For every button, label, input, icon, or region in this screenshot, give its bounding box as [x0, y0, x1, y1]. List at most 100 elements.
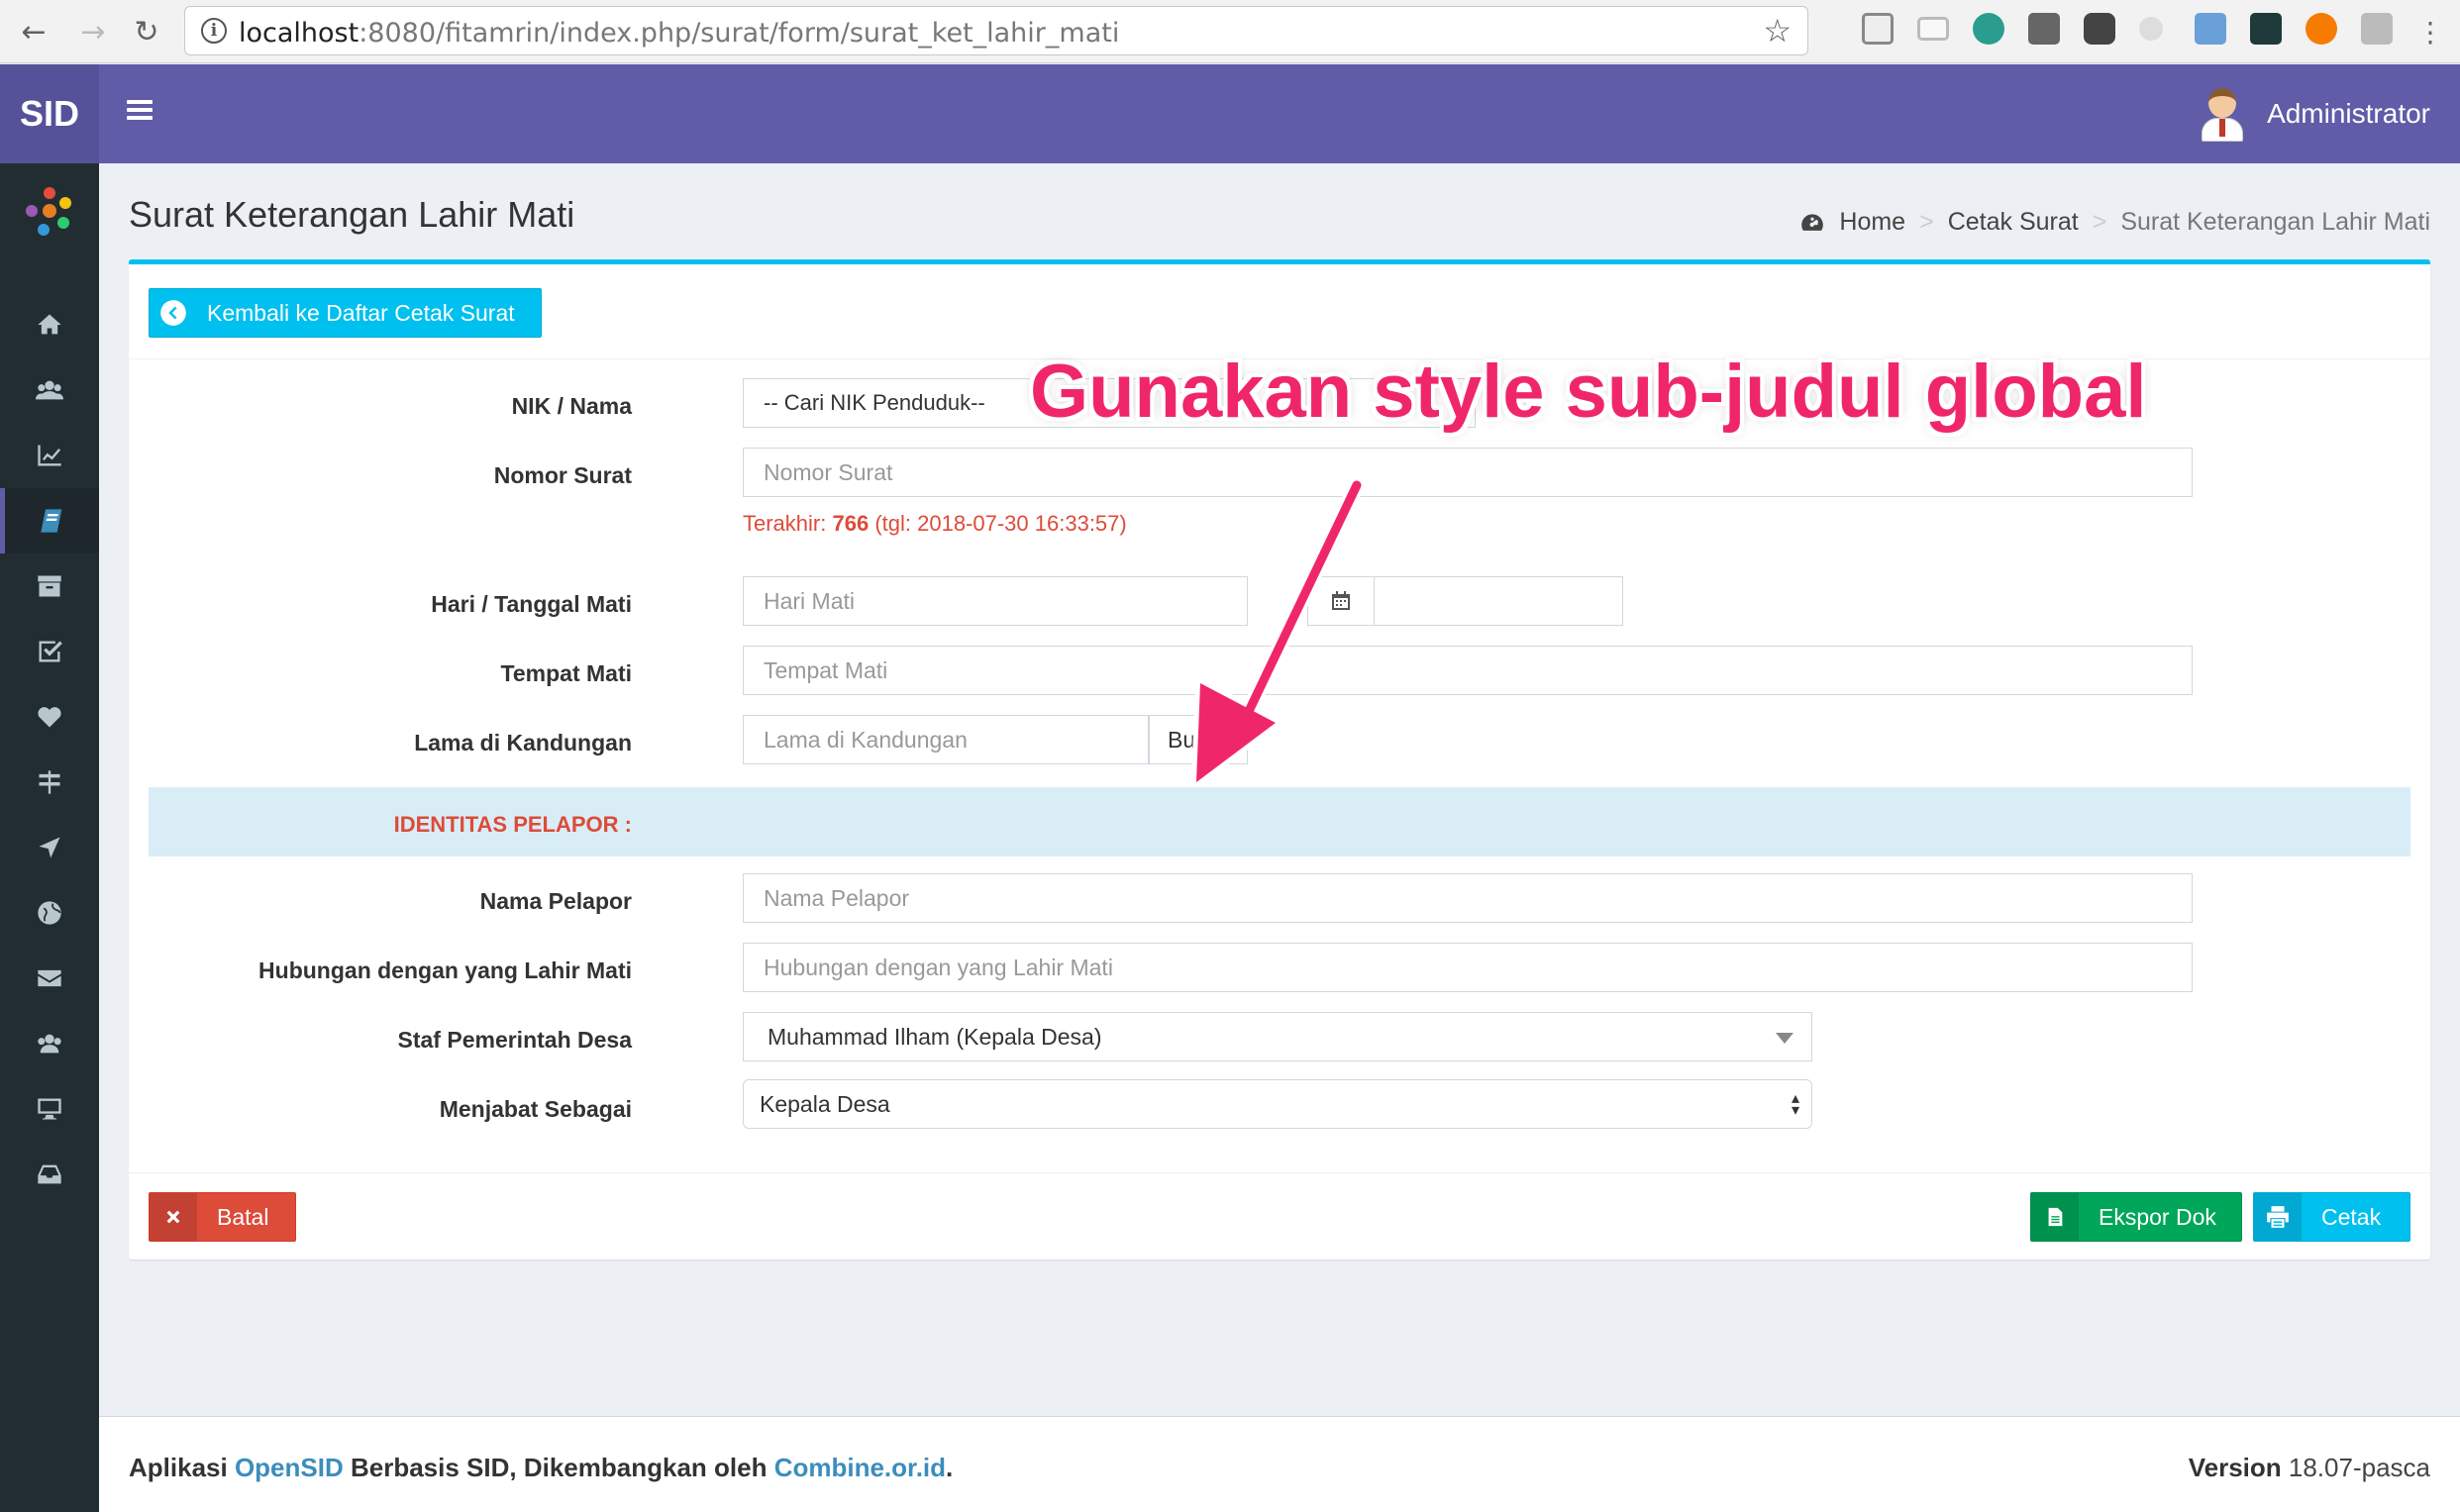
extension-icon[interactable]	[2084, 13, 2115, 45]
breadcrumb-separator: >	[1919, 208, 1934, 236]
staf-selected-value: Muhammad Ilham (Kepala Desa)	[768, 1023, 1102, 1050]
bookmark-star-icon[interactable]: ☆	[1763, 12, 1792, 50]
chevron-down-icon	[1776, 1033, 1794, 1044]
last-number-hint: Terakhir: 766 (tgl: 2018-07-30 16:33:57)	[743, 511, 1127, 537]
nomor-surat-label: Nomor Surat	[493, 462, 632, 488]
dashboard-icon	[1801, 213, 1824, 231]
home-icon	[38, 314, 61, 335]
sidebar	[0, 163, 99, 1512]
calendar-icon[interactable]	[1307, 576, 1375, 626]
sidebar-item-home[interactable]	[0, 292, 99, 357]
nik-search-placeholder: -- Cari NIK Penduduk--	[764, 390, 985, 415]
annotation-text: Gunakan style sub-judul global	[1030, 350, 2147, 434]
nomor-surat-placeholder: Nomor Surat	[764, 458, 893, 485]
url-host: localhost	[239, 18, 359, 49]
sidebar-item-bantuan[interactable]	[0, 684, 99, 750]
signpost-icon	[39, 770, 60, 794]
footer-end: .	[946, 1453, 954, 1482]
staf-select[interactable]: Muhammad Ilham (Kepala Desa)	[743, 1012, 1812, 1061]
cancel-button[interactable]: Batal	[149, 1192, 296, 1242]
hubungan-label: Hubungan dengan yang Lahir Mati	[258, 958, 632, 983]
extension-icon[interactable]	[1917, 17, 1949, 41]
envelope-icon	[38, 969, 61, 987]
jabatan-selected-value: Kepala Desa	[760, 1090, 890, 1117]
sidebar-item-layanan[interactable]	[0, 1142, 99, 1207]
breadcrumb-home[interactable]: Home	[1839, 208, 1905, 237]
box-footer	[129, 1172, 2430, 1173]
sidebar-item-admin-web[interactable]	[0, 1076, 99, 1142]
last-number-date: (tgl: 2018-07-30 16:33:57)	[874, 511, 1127, 536]
hubungan-placeholder: Hubungan dengan yang Lahir Mati	[764, 954, 1113, 980]
opensid-link[interactable]: OpenSID	[235, 1453, 344, 1482]
lama-kandungan-input[interactable]: Lama di Kandungan	[743, 715, 1149, 764]
url-text: localhost:8080/fitamrin/index.php/surat/…	[239, 18, 1119, 49]
combine-link[interactable]: Combine.or.id	[774, 1453, 946, 1482]
extension-icon[interactable]	[1862, 13, 1894, 45]
browser-menu-icon[interactable]: ⋮	[2407, 8, 2454, 55]
breadcrumb-cetak-surat[interactable]: Cetak Surat	[1948, 208, 2079, 237]
extension-icon[interactable]	[2250, 13, 2282, 45]
sidebar-item-analisis[interactable]	[0, 619, 99, 684]
hari-mati-input[interactable]: Hari Mati	[743, 576, 1248, 626]
nomor-surat-input[interactable]: Nomor Surat	[743, 448, 2193, 497]
extension-icon[interactable]	[1973, 13, 2004, 45]
select-spinner-icon: ▴ ▾	[1791, 1088, 1799, 1119]
info-icon[interactable]: i	[201, 18, 227, 44]
footer-version: Version 18.07-pasca	[2189, 1453, 2430, 1483]
section-title-pelapor: IDENTITAS PELAPOR :	[393, 812, 632, 837]
export-doc-button[interactable]: Ekspor Dok	[2030, 1192, 2242, 1242]
file-text-icon	[2031, 1193, 2079, 1241]
extension-icon[interactable]	[2139, 17, 2163, 41]
print-button[interactable]: Cetak	[2253, 1192, 2410, 1242]
address-bar[interactable]: i localhost:8080/fitamrin/index.php/sura…	[184, 6, 1808, 55]
hubungan-input[interactable]: Hubungan dengan yang Lahir Mati	[743, 943, 2193, 992]
extension-icon[interactable]	[2195, 13, 2226, 45]
checkbox-icon	[39, 641, 62, 662]
sidebar-item-pengguna[interactable]	[0, 1011, 99, 1076]
lama-kandungan-label: Lama di Kandungan	[414, 730, 632, 756]
user-menu[interactable]: Administrator	[2200, 84, 2430, 144]
back-to-list-label: Kembali ke Daftar Cetak Surat	[207, 299, 515, 326]
breadcrumb-current: Surat Keterangan Lahir Mati	[2120, 208, 2430, 236]
app-logo[interactable]: SID	[0, 64, 99, 163]
lama-kandungan-placeholder: Lama di Kandungan	[764, 726, 968, 753]
forward-arrow-icon[interactable]: →	[69, 8, 117, 55]
url-path: :8080/fitamrin/index.php/surat/form/sura…	[359, 18, 1120, 49]
version-value: 18.07-pasca	[2288, 1453, 2430, 1482]
heart-icon	[38, 707, 61, 728]
breadcrumb: Home > Cetak Surat > Surat Keterangan La…	[1799, 208, 2430, 237]
back-circle-icon	[150, 289, 197, 337]
jabatan-select[interactable]: Kepala Desa ▴ ▾	[743, 1079, 1812, 1129]
user-name: Administrator	[2267, 98, 2430, 129]
print-label: Cetak	[2321, 1203, 2382, 1230]
jabatan-label: Menjabat Sebagai	[439, 1096, 632, 1122]
chart-icon	[38, 445, 61, 466]
sidebar-toggle-icon[interactable]	[127, 100, 153, 120]
back-to-list-button[interactable]: Kembali ke Daftar Cetak Surat	[149, 288, 542, 338]
box-header: Kembali ke Daftar Cetak Surat	[129, 264, 2430, 359]
nama-pelapor-input[interactable]: Nama Pelapor	[743, 873, 2193, 923]
reload-icon[interactable]: ↻	[123, 8, 170, 55]
tempat-mati-label: Tempat Mati	[500, 660, 632, 686]
village-logo-icon	[26, 187, 71, 236]
sidebar-item-surat[interactable]	[0, 488, 99, 554]
page-title: Surat Keterangan Lahir Mati	[129, 194, 575, 235]
extension-icon[interactable]	[2361, 13, 2393, 45]
sidebar-item-pertanahan[interactable]	[0, 750, 99, 815]
users-icon	[38, 1034, 61, 1054]
extension-icon[interactable]	[2306, 13, 2337, 45]
tempat-mati-input[interactable]: Tempat Mati	[743, 646, 2193, 695]
sidebar-item-penduduk[interactable]	[0, 357, 99, 423]
breadcrumb-separator: >	[2092, 208, 2107, 236]
sidebar-item-web[interactable]	[0, 880, 99, 946]
back-arrow-icon[interactable]: ←	[10, 8, 57, 55]
app-header: SID Administrator	[0, 64, 2460, 163]
sidebar-item-lokasi[interactable]	[0, 815, 99, 880]
sidebar-item-statistik[interactable]	[0, 423, 99, 488]
extension-icon[interactable]	[2028, 13, 2060, 45]
tanggal-mati-input[interactable]	[1374, 576, 1623, 626]
sidebar-item-sms[interactable]	[0, 946, 99, 1011]
sidebar-item-arsip[interactable]	[0, 554, 99, 619]
last-number-prefix: Terakhir:	[743, 511, 827, 536]
version-label: Version	[2188, 1453, 2282, 1482]
